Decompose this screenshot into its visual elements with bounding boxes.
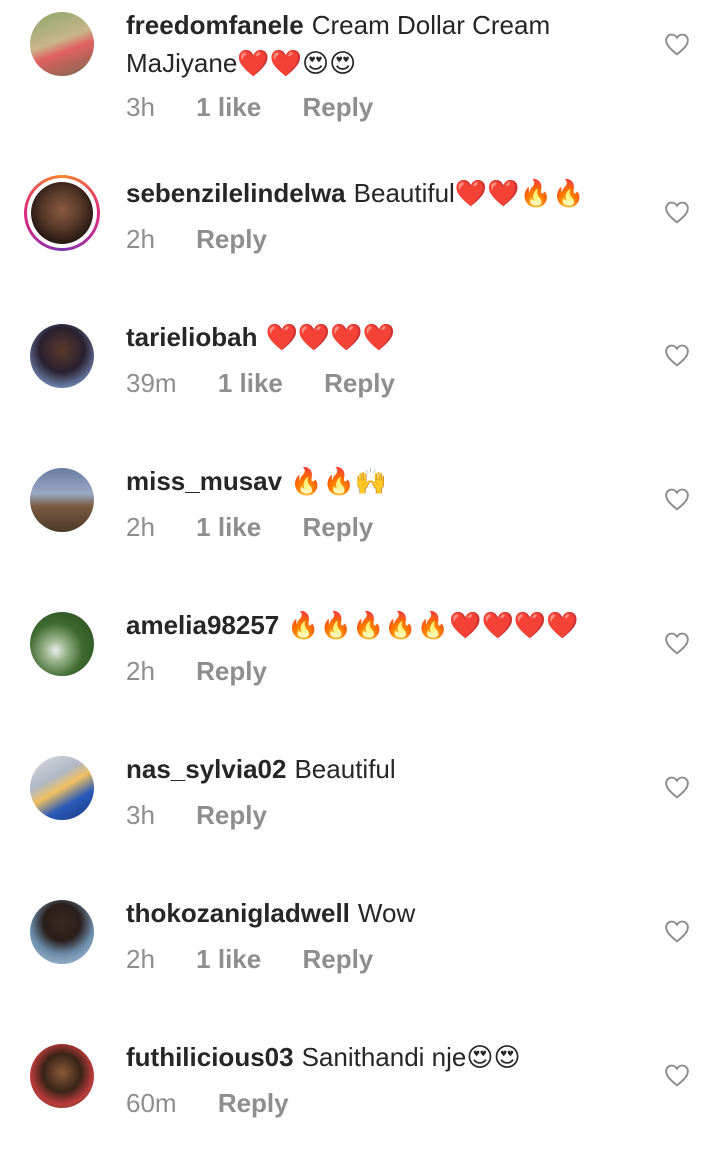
comment-meta: 2h Reply: [126, 656, 301, 687]
comment-time: 2h: [126, 512, 155, 542]
comment-meta: 39m 1 like Reply: [126, 368, 429, 399]
comment-meta: 3h 1 like Reply: [126, 92, 407, 123]
likes-count[interactable]: 1 like: [196, 944, 261, 974]
comment-username[interactable]: freedomfanele: [126, 10, 304, 40]
comment-time: 3h: [126, 92, 155, 122]
heart-outline-icon[interactable]: [664, 631, 690, 655]
reply-button[interactable]: Reply: [324, 368, 395, 398]
comment-text: Wow: [357, 898, 416, 928]
comment-meta: 60m Reply: [126, 1088, 323, 1119]
comment-time: 2h: [126, 656, 155, 686]
comment-username[interactable]: thokozanigladwell: [126, 898, 350, 928]
comment-meta: 2h Reply: [126, 224, 301, 255]
comment-emoji: ❤️❤️😍😍: [237, 49, 357, 79]
avatar[interactable]: [30, 12, 94, 76]
reply-button[interactable]: Reply: [196, 656, 267, 686]
heart-outline-icon[interactable]: [664, 487, 690, 511]
comment-meta: 3h Reply: [126, 800, 301, 831]
avatar[interactable]: [30, 324, 94, 388]
heart-outline-icon[interactable]: [664, 1063, 690, 1087]
comment-meta: 2h 1 like Reply: [126, 944, 407, 975]
comment-meta: 2h 1 like Reply: [126, 512, 407, 543]
heart-outline-icon[interactable]: [664, 32, 690, 56]
avatar[interactable]: [30, 468, 94, 532]
avatar[interactable]: [24, 175, 100, 251]
reply-button[interactable]: Reply: [302, 944, 373, 974]
avatar[interactable]: [30, 612, 94, 676]
comment-username[interactable]: tarieliobah: [126, 322, 257, 352]
avatar[interactable]: [30, 1044, 94, 1108]
comment-emoji: ❤️❤️🔥🔥: [454, 179, 585, 209]
comment-time: 2h: [126, 224, 155, 254]
comment-time: 2h: [126, 944, 155, 974]
heart-outline-icon[interactable]: [664, 775, 690, 799]
comment-username[interactable]: sebenzilelindelwa: [126, 178, 346, 208]
likes-count[interactable]: 1 like: [218, 368, 283, 398]
avatar[interactable]: [30, 900, 94, 964]
comment-text: Beautiful: [353, 178, 455, 208]
likes-count[interactable]: 1 like: [196, 512, 261, 542]
heart-outline-icon[interactable]: [664, 200, 690, 224]
comment-text: Beautiful: [294, 754, 396, 784]
comment-emoji: 🔥🔥🙌: [290, 467, 388, 497]
comment-emoji: 😍😍: [466, 1043, 521, 1073]
reply-button[interactable]: Reply: [218, 1088, 289, 1118]
comment-text: Sanithandi nje: [301, 1042, 467, 1072]
comment-username[interactable]: futhilicious03: [126, 1042, 294, 1072]
reply-button[interactable]: Reply: [302, 512, 373, 542]
comment-emoji: ❤️❤️❤️❤️: [265, 323, 395, 353]
reply-button[interactable]: Reply: [196, 224, 267, 254]
comment-time: 60m: [126, 1088, 177, 1118]
reply-button[interactable]: Reply: [196, 800, 267, 830]
comment-username[interactable]: nas_sylvia02: [126, 754, 286, 784]
comment-emoji: 🔥🔥🔥🔥🔥❤️❤️❤️❤️: [287, 611, 579, 641]
likes-count[interactable]: 1 like: [196, 92, 261, 122]
avatar[interactable]: [30, 756, 94, 820]
comment-username[interactable]: amelia98257: [126, 610, 279, 640]
reply-button[interactable]: Reply: [302, 92, 373, 122]
heart-outline-icon[interactable]: [664, 343, 690, 367]
comment-time: 39m: [126, 368, 177, 398]
heart-outline-icon[interactable]: [664, 919, 690, 943]
comment-time: 3h: [126, 800, 155, 830]
comment-username[interactable]: miss_musav: [126, 466, 282, 496]
